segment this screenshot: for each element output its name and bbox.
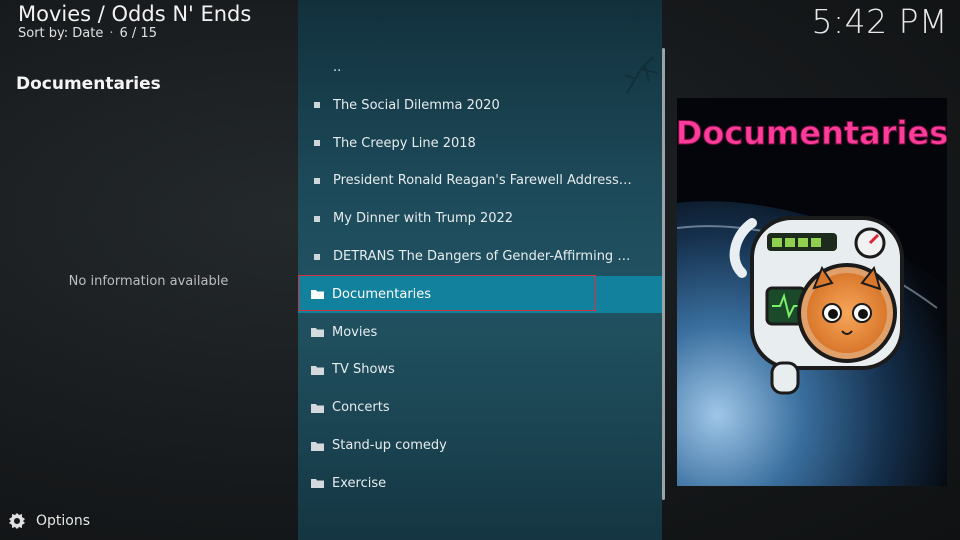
- list-item-parent-dir[interactable]: ..: [298, 49, 662, 86]
- poster-title-art: Documentaries: [677, 114, 947, 152]
- item-position: 6 / 15: [119, 26, 157, 41]
- list-item-label: The Creepy Line 2018: [333, 135, 476, 151]
- list-item-folder[interactable]: Exercise: [298, 465, 662, 502]
- folder-icon: [311, 403, 324, 413]
- clock: 5:42 PM: [811, 2, 948, 41]
- sort-label[interactable]: Sort by: Date: [18, 26, 103, 41]
- poster-image: Documentaries: [677, 98, 947, 486]
- bullet-icon: [314, 253, 320, 260]
- list-item-file[interactable]: President Ronald Reagan's Farewell Addre…: [298, 162, 662, 199]
- folder-icon: [311, 328, 324, 338]
- options-label: Options: [36, 513, 91, 529]
- list-item-label: Stand-up comedy: [332, 438, 447, 453]
- sort-info: Sort by: Date · 6 / 15: [18, 26, 157, 41]
- options-cog-icon: [9, 513, 25, 529]
- list-item-label: Movies: [332, 324, 378, 340]
- list-item-label: My Dinner with Trump 2022: [333, 211, 514, 227]
- bullet-icon: [314, 177, 320, 184]
- list-item-label: Exercise: [332, 475, 387, 491]
- options-button[interactable]: Options: [8, 512, 90, 530]
- kodi-screen: Movies / Odds N' Ends Sort by: Date · 6 / …: [0, 0, 960, 540]
- separator-dot: ·: [109, 26, 114, 41]
- list-item-folder[interactable]: TV Shows: [298, 351, 662, 388]
- list-item-label: DETRANS The Dangers of Gender-Affirming …: [333, 249, 633, 264]
- folder-icon: [311, 441, 324, 451]
- cat-astronaut-poster-image: Documentaries: [677, 98, 947, 486]
- folder-icon: [311, 365, 324, 375]
- list-item-file[interactable]: DETRANS The Dangers of Gender-Affirming …: [298, 238, 662, 275]
- list-item-label: TV Shows: [332, 362, 395, 378]
- file-list-panel: .. The Social Dilemma 2020 The Creepy Line…: [298, 0, 662, 540]
- list-item-folder[interactable]: Stand-up comedy: [298, 427, 662, 464]
- folder-icon: [311, 479, 324, 489]
- info-title: Documentaries: [16, 74, 161, 94]
- bullet-icon: [314, 215, 320, 222]
- list-item-label: ..: [333, 60, 342, 75]
- list-item-folder[interactable]: Documentaries: [298, 275, 662, 313]
- list-item-folder[interactable]: Movies: [298, 314, 662, 351]
- list-item-label: Concerts: [332, 400, 390, 416]
- info-empty-text: No information available: [68, 274, 229, 289]
- list-item-file[interactable]: The Social Dilemma 2020: [298, 87, 662, 124]
- list-item-label: The Social Dilemma 2020: [333, 97, 500, 113]
- breadcrumb-title: Movies / Odds N' Ends: [18, 2, 252, 26]
- list-item-label: President Ronald Reagan's Farewell Addre…: [333, 173, 633, 189]
- list-scrollbar[interactable]: [662, 48, 665, 500]
- list-item-file[interactable]: My Dinner with Trump 2022: [298, 200, 662, 237]
- list-item-label: Documentaries: [332, 286, 432, 302]
- folder-icon: [311, 290, 324, 300]
- bullet-icon: [314, 102, 320, 109]
- bullet-icon: [314, 140, 320, 147]
- list-item-file[interactable]: The Creepy Line 2018: [298, 125, 662, 162]
- list-item-folder[interactable]: Concerts: [298, 389, 662, 426]
